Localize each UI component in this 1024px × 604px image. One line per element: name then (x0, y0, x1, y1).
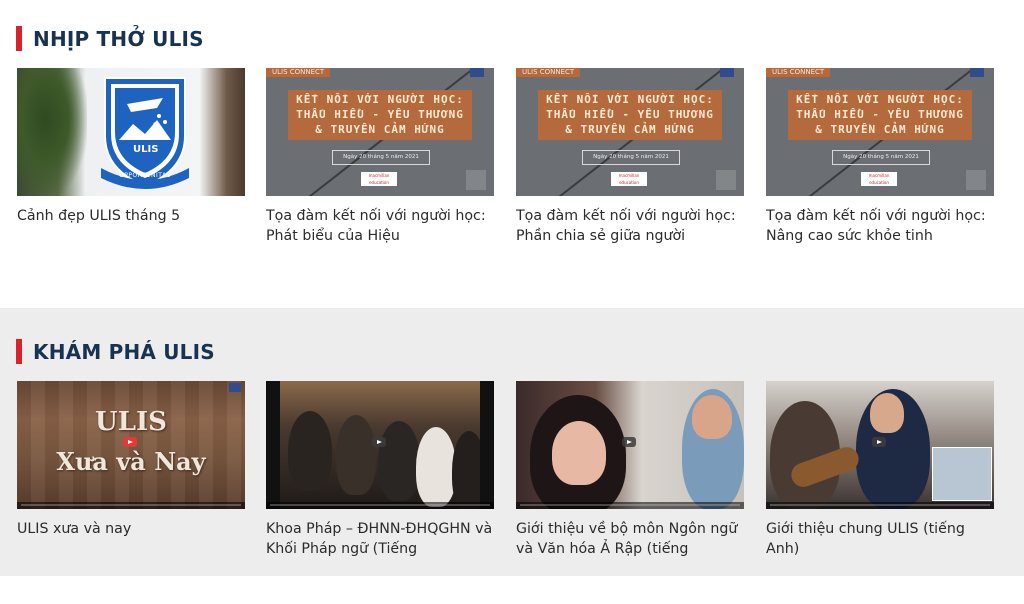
video-progress-bar (266, 502, 494, 509)
decorative-square (466, 170, 486, 190)
title-accent-bar (16, 26, 22, 51)
video-thumbnail[interactable]: ULIS OPPORTUNITAS (17, 68, 245, 196)
section-title-text: NHỊP THỞ ULIS (33, 26, 204, 51)
banner-line-1: KẾT NỐI VỚI NGƯỜI HỌC: (796, 93, 964, 106)
youtube-play-icon[interactable] (123, 437, 137, 447)
overlay-subtitle: Xưa và Nay (56, 447, 206, 476)
section-title-text: KHÁM PHÁ ULIS (33, 339, 215, 364)
banner-line-2: THẤU HIỂU - YÊU THƯƠNG (796, 108, 964, 121)
banner-line-3: & TRUYỀN CẢM HỨNG (815, 123, 945, 136)
video-card[interactable]: ULIS CONNECT KẾT NỐI VỚI NGƯỜI HỌC: THẤU… (766, 68, 994, 246)
section-title: NHỊP THỞ ULIS (16, 26, 204, 51)
video-title[interactable]: Giới thiệu về bộ môn Ngôn ngữ và Văn hóa… (516, 519, 744, 559)
letterbox-right (480, 381, 494, 509)
decorative-square (966, 170, 986, 190)
person-shape (378, 421, 420, 501)
inset-photo (932, 447, 992, 501)
decorative-square (716, 170, 736, 190)
channel-icon (229, 383, 241, 392)
face-shape (870, 393, 904, 433)
video-progress-bar (516, 502, 744, 509)
youtube-play-icon[interactable] (872, 437, 886, 447)
corner-logo (970, 68, 984, 77)
banner-line-3: & TRUYỀN CẢM HỨNG (315, 123, 445, 136)
face-shape (692, 395, 732, 439)
video-card[interactable]: Khoa Pháp – ĐHNN-ĐHQGHN và Khối Pháp ngữ… (266, 381, 494, 559)
connect-tag: ULIS CONNECT (516, 68, 581, 77)
person-shape (336, 415, 376, 495)
sponsor-logo: macmillan education (361, 172, 397, 186)
banner-date: Ngày 20 tháng 5 năm 2021 (332, 150, 430, 165)
video-thumbnail[interactable] (516, 381, 744, 509)
video-title[interactable]: Tọa đàm kết nối với người học: Phát biểu… (266, 206, 494, 246)
video-thumbnail[interactable]: ULIS CONNECT KẾT NỐI VỚI NGƯỜI HỌC: THẤU… (266, 68, 494, 196)
overlay-title: ULIS (95, 407, 167, 437)
letterbox-left (266, 381, 280, 509)
banner-date: Ngày 20 tháng 5 năm 2021 (582, 150, 680, 165)
connect-tag: ULIS CONNECT (766, 68, 831, 77)
video-card[interactable]: Giới thiệu chung ULIS (tiếng Anh) (766, 381, 994, 559)
banner-line-2: THẤU HIỂU - YÊU THƯƠNG (546, 108, 714, 121)
video-card[interactable]: ULIS Xưa và Nay ULIS xưa và nay (17, 381, 245, 539)
video-card[interactable]: Giới thiệu về bộ môn Ngôn ngữ và Văn hóa… (516, 381, 744, 559)
connect-tag: ULIS CONNECT (266, 68, 331, 77)
video-card[interactable]: ULIS CONNECT KẾT NỐI VỚI NGƯỜI HỌC: THẤU… (516, 68, 744, 246)
video-thumbnail[interactable]: ULIS Xưa và Nay (17, 381, 245, 509)
video-card[interactable]: ULIS OPPORTUNITAS Cảnh đẹp ULIS tháng 5 (17, 68, 245, 226)
banner-line-1: KẾT NỐI VỚI NGƯỜI HỌC: (546, 93, 714, 106)
video-title[interactable]: Cảnh đẹp ULIS tháng 5 (17, 206, 245, 226)
video-title[interactable]: Khoa Pháp – ĐHNN-ĐHQGHN và Khối Pháp ngữ… (266, 519, 494, 559)
video-thumbnail[interactable] (266, 381, 494, 509)
person-shape (288, 411, 332, 491)
corner-logo (720, 68, 734, 77)
youtube-play-icon[interactable] (372, 437, 386, 447)
banner-date: Ngày 20 tháng 5 năm 2021 (832, 150, 930, 165)
title-accent-bar (16, 339, 22, 364)
video-thumbnail[interactable]: ULIS CONNECT KẾT NỐI VỚI NGƯỜI HỌC: THẤU… (516, 68, 744, 196)
youtube-play-icon[interactable] (622, 437, 636, 447)
video-thumbnail[interactable]: ULIS CONNECT KẾT NỐI VỚI NGƯỜI HỌC: THẤU… (766, 68, 994, 196)
banner-line-3: & TRUYỀN CẢM HỨNG (565, 123, 695, 136)
sponsor-logo: macmillan education (611, 172, 647, 186)
corner-logo (470, 68, 484, 77)
person-shape (416, 427, 456, 507)
video-thumbnail[interactable] (766, 381, 994, 509)
video-progress-bar (17, 502, 245, 509)
video-title[interactable]: Tọa đàm kết nối với người học: Phần chia… (516, 206, 744, 246)
banner-line-2: THẤU HIỂU - YÊU THƯƠNG (296, 108, 464, 121)
video-title[interactable]: Giới thiệu chung ULIS (tiếng Anh) (766, 519, 994, 559)
logo-text: ULIS (133, 144, 159, 155)
video-title[interactable]: Tọa đàm kết nối với người học: Nâng cao … (766, 206, 994, 246)
foliage-shape (17, 68, 87, 196)
sponsor-logo: macmillan education (861, 172, 897, 186)
section-nhip-tho-ulis: NHỊP THỞ ULIS ULIS OPPORTUNITAS Cảnh đẹp… (0, 0, 1024, 308)
video-card[interactable]: ULIS CONNECT KẾT NỐI VỚI NGƯỜI HỌC: THẤU… (266, 68, 494, 246)
banner-line-1: KẾT NỐI VỚI NGƯỜI HỌC: (296, 93, 464, 106)
section-title: KHÁM PHÁ ULIS (16, 339, 215, 364)
logo-motto: OPPORTUNITAS (119, 172, 171, 179)
video-progress-bar (766, 502, 994, 509)
face-shape (552, 421, 606, 485)
video-title[interactable]: ULIS xưa và nay (17, 519, 245, 539)
